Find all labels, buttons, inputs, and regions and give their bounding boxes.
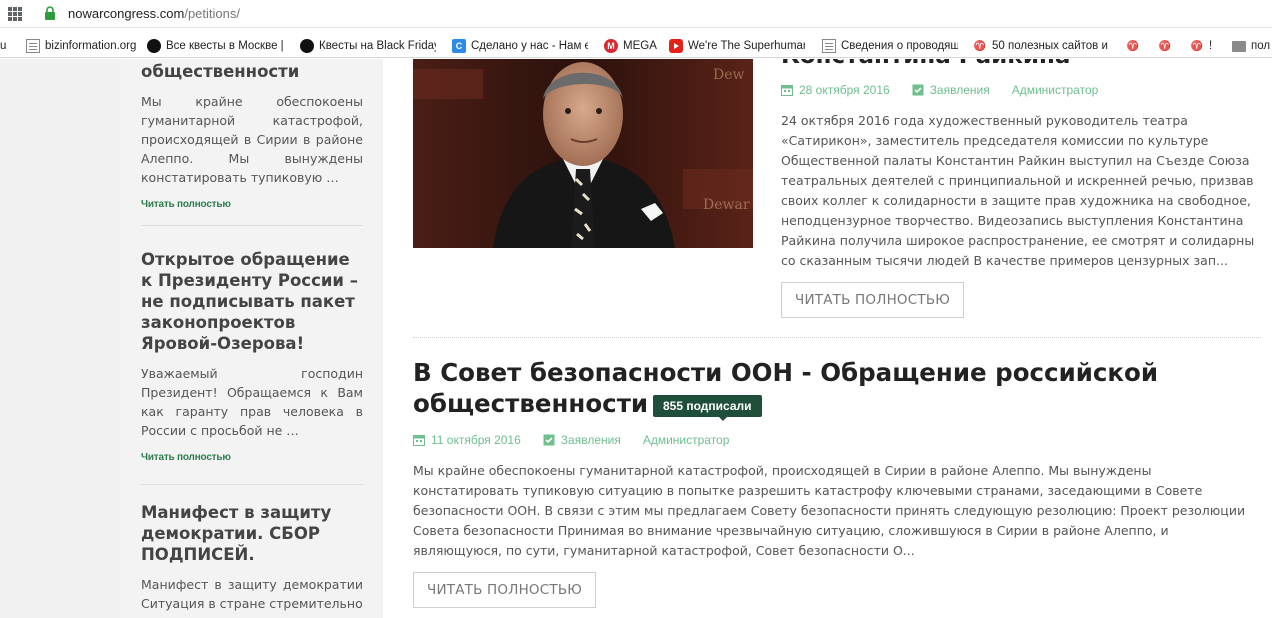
post-excerpt: Мы крайне обеспокоены гуманитарной катас… [413, 463, 1246, 558]
red-bookmark-icon: ♈ [1126, 39, 1140, 53]
sidebar-post-title[interactable]: общественности [141, 61, 363, 82]
post-meta: 11 октября 2016 Заявления Администратор [413, 433, 729, 447]
post-date[interactable]: 28 октября 2016 [799, 83, 890, 97]
url-path: /petitions/ [184, 6, 240, 21]
calendar-icon [781, 85, 793, 96]
sidebar-post-excerpt: Мы крайне обеспокоены гуманитарной катас… [141, 94, 363, 185]
checkbox-icon [912, 84, 924, 96]
sidebar-post-excerpt: Манифест в защиту демократии Ситуация в … [141, 577, 363, 611]
sidebar-read-more-link[interactable]: Читать полностью [141, 452, 363, 463]
post-category-link[interactable]: Заявления [561, 433, 621, 447]
left-gutter [0, 59, 121, 618]
bookmark-item[interactable]: Все квесты в Москве | [147, 38, 285, 54]
svg-text:Dewar: Dewar [703, 197, 750, 213]
read-more-button[interactable]: ЧИТАТЬ ПОЛНОСТЬЮ [781, 282, 965, 318]
signatures-badge: 855 подписали [653, 395, 762, 421]
lock-icon [45, 6, 55, 20]
page-content: общественности Мы крайне обеспокоены гум… [0, 59, 1272, 618]
bookmark-item[interactable]: We're The Superhuman [669, 38, 805, 54]
sidebar-post-excerpt: Уважаемый господин Президент! Обращаемся… [141, 366, 363, 438]
post-thumbnail[interactable]: Dew Dewar [413, 59, 753, 248]
bookmark-label: Сведения о проводящ [841, 40, 958, 52]
post-title[interactable]: Константина Райкина [781, 59, 1070, 69]
bookmarks-bar: u bizinformation.org Все квесты в Москве… [0, 34, 1272, 58]
bookmark-label: bizinformation.org [45, 40, 137, 52]
bookmark-label: ! [1209, 40, 1213, 52]
bookmark-item[interactable]: u [0, 38, 6, 54]
sidebar-post: Открытое обращение к Президенту России –… [141, 249, 363, 463]
sidebar-post-title[interactable]: Открытое обращение к Президенту России –… [141, 249, 363, 354]
bookmark-label: MEGA [623, 40, 657, 52]
bookmark-item[interactable]: M MEGA [604, 38, 660, 54]
red-bookmark-icon: ♈ [1190, 39, 1204, 53]
red-bookmark-icon: ♈ [1158, 39, 1172, 53]
bookmark-label: Все квесты в Москве | [166, 40, 284, 52]
bookmark-label: u [0, 40, 7, 52]
sidebar-read-more-link[interactable]: Читать полностью [141, 199, 363, 210]
post-author-link[interactable]: Администратор [643, 433, 730, 447]
sidebar-post: общественности Мы крайне обеспокоены гум… [141, 61, 363, 210]
bookmark-label: 50 полезных сайтов и [992, 40, 1108, 52]
address-bar[interactable]: nowarcongress.com/petitions/ [0, 0, 1272, 28]
post-meta: 28 октября 2016 Заявления Администратор [781, 83, 1098, 97]
c-icon: C [452, 39, 466, 53]
bookmark-label: пол [1251, 40, 1271, 52]
sidebar-post: Манифест в защиту демократии. СБОР ПОДПИ… [141, 502, 363, 613]
bookmark-item[interactable]: ♈ [1158, 38, 1176, 54]
post-category-link[interactable]: Заявления [930, 83, 990, 97]
mega-icon: M [604, 39, 618, 53]
url-host: nowarcongress.com [68, 6, 185, 21]
sidebar: общественности Мы крайне обеспокоены гум… [121, 59, 383, 618]
checkbox-icon [543, 434, 555, 446]
bookmark-label: We're The Superhuman [688, 40, 805, 52]
bookmark-item[interactable]: ♈! [1190, 38, 1218, 54]
url-text[interactable]: nowarcongress.com/petitions/ [68, 6, 240, 21]
bookmark-item[interactable]: Квесты на Black Friday [300, 38, 436, 54]
document-icon [822, 39, 836, 53]
read-more-button[interactable]: ЧИТАТЬ ПОЛНОСТЬЮ [413, 572, 597, 608]
bookmark-label: Сделано у нас - Нам е [471, 40, 588, 52]
quest-icon [300, 39, 314, 53]
bookmark-item[interactable]: ♈ 50 полезных сайтов и [973, 38, 1109, 54]
post-title[interactable]: В Совет безопасности ООН - Обращение рос… [413, 357, 1173, 419]
calendar-icon [413, 435, 425, 446]
sidebar-post-title[interactable]: Манифест в защиту демократии. СБОР ПОДПИ… [141, 502, 363, 565]
red-bookmark-icon: ♈ [973, 39, 987, 53]
post-author-link[interactable]: Администратор [1012, 83, 1099, 97]
post-excerpt: 24 октября 2016 года художественный руко… [781, 113, 1255, 268]
bookmark-item[interactable]: Сведения о проводящ [822, 38, 958, 54]
post-divider [413, 337, 1261, 338]
svg-text:Dew: Dew [713, 67, 745, 83]
document-icon [26, 39, 40, 53]
youtube-icon [669, 39, 683, 53]
portrait-image: Dew Dewar [413, 59, 753, 248]
bookmark-item[interactable]: ♈ [1126, 38, 1144, 54]
sidebar-divider [141, 225, 363, 226]
post-date[interactable]: 11 октября 2016 [431, 433, 521, 447]
folder-icon [1232, 40, 1246, 52]
apps-grid-icon[interactable] [8, 7, 22, 21]
bookmark-item[interactable]: bizinformation.org [26, 38, 138, 54]
bookmark-item[interactable]: пол [1232, 38, 1272, 54]
bookmark-label: Квесты на Black Friday [319, 40, 436, 52]
quest-icon [147, 39, 161, 53]
sidebar-divider [141, 484, 363, 485]
bookmark-item[interactable]: C Сделано у нас - Нам е [452, 38, 588, 54]
